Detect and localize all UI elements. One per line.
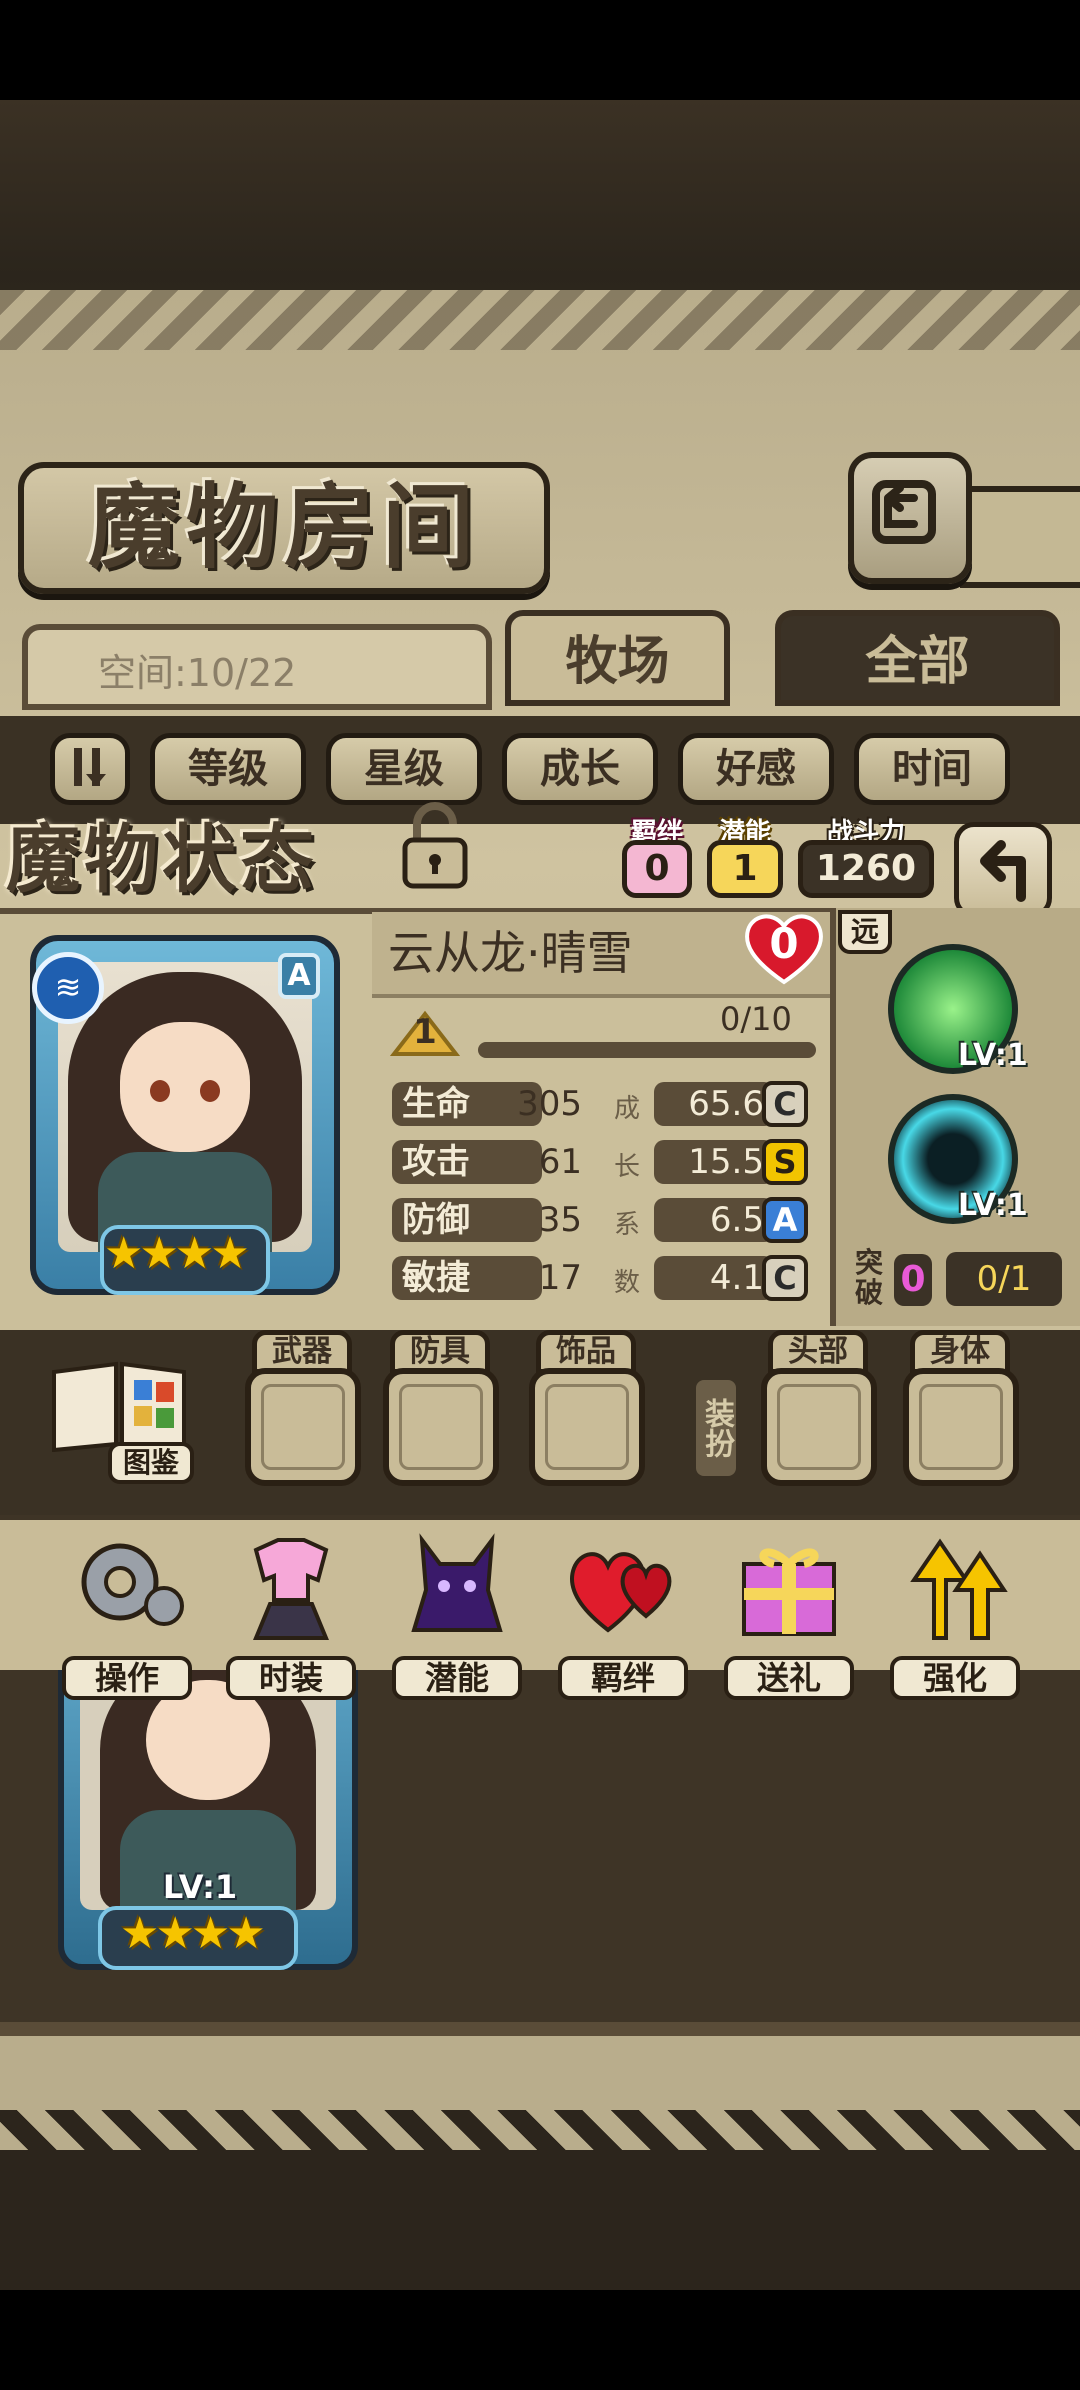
action-costume-label: 时装: [226, 1656, 356, 1700]
water-element-icon: ≋: [32, 952, 104, 1024]
upgrade-arrows-icon: [910, 1538, 1008, 1640]
border-decoration: [0, 290, 1080, 350]
bottom-zigzag: [0, 2110, 1080, 2150]
stat-agi-growth: 4.1: [654, 1256, 774, 1300]
stat-agi-value: 17: [538, 1258, 582, 1298]
action-operate-button[interactable]: 操作: [62, 1520, 192, 1700]
breakthrough-count: 0: [894, 1254, 932, 1306]
action-enhance-button[interactable]: 强化: [890, 1520, 1020, 1700]
potential-value: 1: [707, 840, 783, 898]
range-type-badge: 远: [838, 910, 892, 954]
shadow-demon-icon: [411, 1533, 503, 1632]
stat-atk-value: 61: [538, 1142, 582, 1182]
slot-head[interactable]: [761, 1368, 877, 1486]
status-title: 魔物状态: [6, 817, 318, 903]
bond-value: 0: [622, 840, 692, 898]
lock-icon[interactable]: [395, 800, 475, 890]
stat-hp-growth: 65.6: [654, 1082, 774, 1126]
stat-hp-value: 305: [517, 1084, 582, 1124]
skill1-level: LV:1: [958, 1038, 1028, 1073]
growth-char: 长: [614, 1152, 641, 1182]
power-value: 1260: [798, 840, 934, 898]
breakthrough-progress: 0/1: [946, 1252, 1062, 1306]
breakthrough-label: 突破: [854, 1246, 883, 1309]
action-gift-label: 送礼: [724, 1656, 854, 1700]
monster-name: 云从龙·晴雪: [388, 926, 633, 980]
back-button[interactable]: [848, 452, 972, 584]
slot-weapon[interactable]: [245, 1368, 361, 1486]
action-costume-button[interactable]: 时装: [226, 1520, 356, 1700]
growth-char: 成: [614, 1094, 641, 1124]
gear-icon: [81, 1543, 184, 1626]
action-potential-button[interactable]: 潜能: [392, 1520, 522, 1700]
stat-def-value: 35: [538, 1200, 582, 1240]
stat-atk-grade: S: [762, 1139, 808, 1185]
filter-time-button[interactable]: 时间: [854, 733, 1010, 805]
hearts-icon: [569, 1552, 672, 1633]
space-capacity: 空间:10/22: [22, 624, 492, 710]
action-bond-button[interactable]: 羁绊: [558, 1520, 688, 1700]
stat-def-grade: A: [762, 1197, 808, 1243]
stat-agi-grade: C: [762, 1255, 808, 1301]
header-tab-decoration: [960, 486, 1080, 588]
gift-box-icon: [742, 1548, 836, 1636]
list-star-rating: ★★★★: [120, 1908, 266, 1959]
clothes-icon: [253, 1538, 329, 1640]
action-bond-label: 羁绊: [558, 1656, 688, 1700]
filter-affection-button[interactable]: 好感: [678, 733, 834, 805]
collapse-status-button[interactable]: [954, 822, 1052, 918]
slot-accessory[interactable]: [529, 1368, 645, 1486]
level-value: 1: [413, 1012, 437, 1052]
filter-growth-button[interactable]: 成长: [502, 733, 658, 805]
panel-bottom-border: [0, 2022, 1080, 2036]
filter-level-button[interactable]: 等级: [150, 733, 306, 805]
bottom-background: [0, 2150, 1080, 2290]
action-enhance-label: 强化: [890, 1656, 1020, 1700]
sort-icon: [74, 748, 106, 786]
action-potential-label: 潜能: [392, 1656, 522, 1700]
growth-char: 系: [614, 1210, 641, 1240]
back-arrow-icon: [872, 480, 936, 544]
skill2-level: LV:1: [958, 1188, 1028, 1223]
page-title: 魔物房间: [18, 462, 550, 594]
growth-char: 数: [614, 1268, 641, 1298]
affection-value: 0: [769, 919, 799, 968]
sort-order-button[interactable]: [50, 733, 130, 805]
exp-bar: [478, 1042, 816, 1058]
tab-ranch[interactable]: 牧场: [505, 610, 730, 706]
list-card-level: LV:1: [162, 1868, 238, 1906]
exp-text: 0/10: [720, 1000, 792, 1038]
star-rating: ★★★★: [104, 1228, 250, 1279]
tab-all[interactable]: 全部: [775, 610, 1060, 706]
rank-badge: A: [278, 953, 320, 999]
character-face: [120, 1022, 250, 1152]
action-gift-button[interactable]: 送礼: [724, 1520, 854, 1700]
slot-body[interactable]: [903, 1368, 1019, 1486]
costume-label: 装扮: [696, 1380, 736, 1476]
stat-atk-growth: 15.5: [654, 1140, 774, 1184]
codex-label: 图鉴: [108, 1442, 194, 1484]
slot-armor[interactable]: [383, 1368, 499, 1486]
action-operate-label: 操作: [62, 1656, 192, 1700]
bottom-parchment: [0, 2036, 1080, 2116]
filter-star-button[interactable]: 星级: [326, 733, 482, 805]
stat-def-growth: 6.5: [654, 1198, 774, 1242]
stat-hp-grade: C: [762, 1081, 808, 1127]
return-arrow-icon: [980, 840, 1026, 902]
